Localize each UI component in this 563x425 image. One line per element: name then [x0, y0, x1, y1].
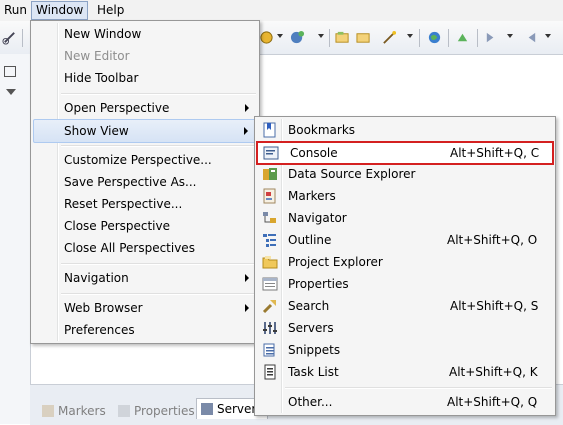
menu-separator — [61, 263, 256, 265]
data-source-explorer-icon — [263, 168, 277, 180]
next-annotation-icon[interactable] — [484, 30, 499, 45]
toolbar-separator — [22, 29, 23, 47]
menu-separator — [285, 387, 552, 389]
menu-item-project-explorer[interactable]: Project Explorer — [257, 251, 553, 273]
menu-item-preferences[interactable]: Preferences — [33, 319, 257, 341]
menu-item-close-all-perspectives[interactable]: Close All Perspectives — [33, 237, 257, 259]
menu-item-search[interactable]: Search Alt+Shift+Q, S — [257, 295, 553, 317]
properties-icon — [118, 405, 130, 417]
menu-item-bookmarks[interactable]: Bookmarks — [257, 119, 553, 141]
toolbar-separator — [419, 29, 420, 47]
menu-window[interactable]: Window — [31, 1, 89, 20]
debug-dropdown-icon[interactable] — [277, 34, 283, 38]
wand-icon[interactable] — [382, 30, 397, 45]
snippets-icon — [263, 343, 275, 357]
tab-markers[interactable]: Markers — [42, 401, 106, 421]
new-folder-icon[interactable] — [335, 30, 350, 45]
navigator-icon — [263, 212, 276, 223]
menu-item-open-perspective[interactable]: Open Perspective — [33, 97, 257, 119]
bookmarks-icon — [263, 122, 276, 138]
project-explorer-icon — [262, 256, 278, 269]
search-icon — [262, 300, 276, 314]
menu-bar: Run Window Help — [0, 0, 563, 22]
menu-item-console[interactable]: Console Alt+Shift+Q, C — [256, 141, 554, 165]
prev-annotation-icon[interactable] — [523, 30, 538, 45]
submenu-arrow-icon — [245, 274, 249, 282]
globe-icon[interactable] — [427, 30, 442, 45]
markers-icon — [263, 188, 276, 204]
menu-item-data-source-explorer[interactable]: Data Source Explorer — [257, 163, 553, 185]
window-menu: New Window New Editor Hide Toolbar Open … — [30, 20, 260, 344]
submenu-arrow-icon — [245, 104, 249, 112]
menu-help[interactable]: Help — [93, 2, 128, 19]
submenu-arrow-icon — [245, 304, 249, 312]
menu-item-outline[interactable]: Outline Alt+Shift+Q, O — [257, 229, 553, 251]
menu-item-servers[interactable]: Servers — [257, 317, 553, 339]
toolbar-separator — [448, 29, 449, 47]
submenu-arrow-icon — [244, 127, 248, 135]
link-icon[interactable] — [2, 30, 17, 45]
menu-item-new-editor: New Editor — [64, 49, 130, 63]
menu-item-snippets[interactable]: Snippets — [257, 339, 553, 361]
outline-icon — [263, 234, 276, 247]
menu-run[interactable]: Run — [0, 2, 31, 19]
menu-item-navigator[interactable]: Navigator — [257, 207, 553, 229]
menu-item-hide-toolbar[interactable]: Hide Toolbar — [33, 67, 257, 89]
open-folder-icon[interactable] — [356, 30, 371, 45]
show-view-submenu: Bookmarks Console Alt+Shift+Q, C Data So… — [254, 116, 556, 416]
tab-properties[interactable]: Properties — [118, 401, 195, 421]
menu-item-show-view[interactable]: Show View — [33, 119, 257, 143]
debug-icon[interactable] — [259, 30, 274, 45]
task-list-icon — [264, 364, 276, 380]
servers-icon — [201, 403, 213, 415]
left-view-stack — [0, 54, 31, 424]
menu-item-new-window[interactable]: New Window — [33, 23, 257, 45]
menu-item-task-list[interactable]: Task List Alt+Shift+Q, K — [257, 361, 553, 383]
wand-dropdown-icon[interactable] — [407, 34, 413, 38]
menu-item-properties[interactable]: Properties — [257, 273, 553, 295]
view-menu-icon[interactable] — [6, 89, 16, 95]
menu-item-web-browser[interactable]: Web Browser — [33, 297, 257, 319]
menu-separator — [61, 293, 256, 295]
menu-separator — [61, 93, 256, 95]
markers-icon — [42, 405, 54, 417]
console-icon — [263, 146, 279, 160]
servers-icon — [263, 322, 277, 334]
menu-item-save-perspective-as[interactable]: Save Perspective As... — [33, 171, 257, 193]
menu-separator — [61, 145, 256, 147]
menu-item-customize-perspective[interactable]: Customize Perspective... — [33, 149, 257, 171]
run-icon[interactable] — [290, 30, 305, 45]
menu-item-other[interactable]: Other... Alt+Shift+Q, Q — [257, 391, 553, 413]
restore-icon[interactable] — [4, 66, 16, 77]
prev-annotation-dropdown-icon[interactable] — [545, 34, 551, 38]
toolbar-separator — [477, 29, 478, 47]
next-annotation-dropdown-icon[interactable] — [507, 34, 513, 38]
menu-item-markers[interactable]: Markers — [257, 185, 553, 207]
properties-icon — [262, 277, 278, 291]
menu-item-navigation[interactable]: Navigation — [33, 267, 257, 289]
menu-item-close-perspective[interactable]: Close Perspective — [33, 215, 257, 237]
menu-item-reset-perspective[interactable]: Reset Perspective... — [33, 193, 257, 215]
step-icon[interactable] — [455, 30, 470, 45]
toolbar-separator — [329, 29, 330, 47]
run-dropdown-icon[interactable] — [318, 34, 324, 38]
